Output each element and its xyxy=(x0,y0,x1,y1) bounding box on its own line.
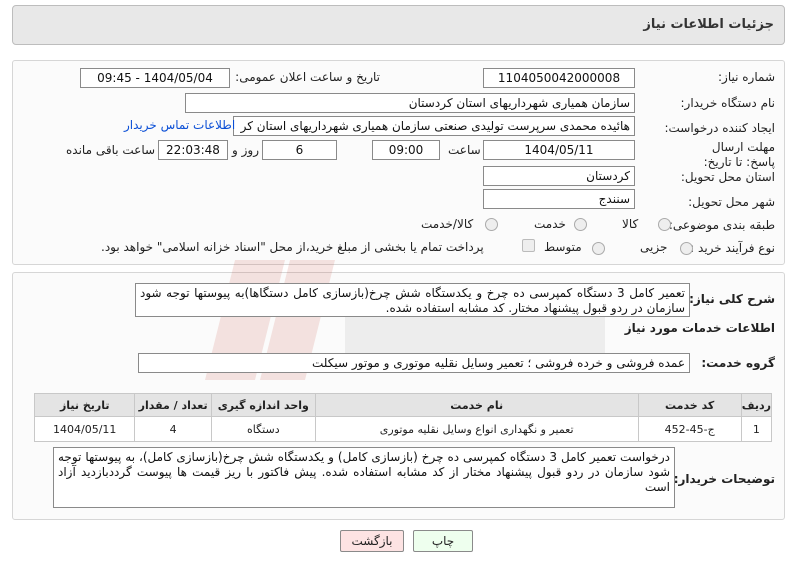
page-header: جزئیات اطلاعات نیاز xyxy=(12,5,785,45)
city-field[interactable]: سنندج xyxy=(483,189,635,209)
col-header-name: نام خدمت xyxy=(314,393,639,417)
need-number-field[interactable]: 1104050042000008 xyxy=(483,68,635,88)
days-field[interactable]: 6 xyxy=(262,140,337,160)
cell-qty: 4 xyxy=(134,416,212,442)
page-title: جزئیات اطلاعات نیاز xyxy=(643,17,774,32)
process-label: نوع فرآیند خرید : xyxy=(690,241,775,255)
cell-row: 1 xyxy=(740,416,773,442)
announce-field[interactable]: 1404/05/04 - 09:45 xyxy=(80,68,230,88)
province-field[interactable]: کردستان xyxy=(483,166,635,186)
col-header-qty: تعداد / مقدار xyxy=(134,393,212,417)
col-header-unit: واحد اندازه گیری xyxy=(210,393,316,417)
announce-label: تاریخ و ساعت اعلان عمومی: xyxy=(235,70,380,84)
cell-code: ج-45-452 xyxy=(637,416,742,442)
cell-unit: دستگاه xyxy=(210,416,316,442)
deadline-time-field[interactable]: 09:00 xyxy=(372,140,440,160)
deadline-date-field[interactable]: 1404/05/11 xyxy=(483,140,635,160)
services-section-title: اطلاعات خدمات مورد نیاز xyxy=(624,321,775,335)
description-label: شرح کلی نیاز: xyxy=(689,292,775,306)
requester-label: ایجاد کننده درخواست: xyxy=(664,121,775,135)
category-option-goods-service: کالا/خدمت xyxy=(421,217,474,231)
time-label: ساعت xyxy=(448,143,481,157)
need-info-panel xyxy=(12,60,785,265)
service-group-label: گروه خدمت: xyxy=(701,356,775,370)
cell-name: تعمیر و نگهداری انواع وسایل نقلیه موتوری xyxy=(314,416,639,442)
buyer-contact-link[interactable]: اطلاعات تماس خریدار xyxy=(124,118,235,132)
remaining-time-field[interactable]: 22:03:48 xyxy=(158,140,228,160)
days-label: روز و xyxy=(232,143,259,157)
category-option-goods: کالا xyxy=(622,217,639,231)
category-option-service: خدمت xyxy=(534,217,566,231)
service-group-field[interactable]: عمده فروشی و خرده فروشی ؛ تعمیر وسایل نق… xyxy=(138,353,690,373)
category-radio-goods-service[interactable] xyxy=(485,218,498,231)
category-radio-service[interactable] xyxy=(574,218,587,231)
description-text[interactable]: تعمیر کامل 3 دستگاه کمپرسی ده چرخ و یکدس… xyxy=(135,283,690,317)
buyer-field[interactable]: سازمان همیاری شهرداریهای استان کردستان xyxy=(185,93,635,113)
col-header-code: کد خدمت xyxy=(637,393,742,417)
process-option-minor: جزیی xyxy=(640,240,668,254)
need-number-label: شماره نیاز: xyxy=(718,70,775,84)
process-radio-minor[interactable] xyxy=(680,242,693,255)
table-header-row: ردیف کد خدمت نام خدمت واحد اندازه گیری ت… xyxy=(33,393,773,417)
deadline-label: مهلت ارسال پاسخ: تا تاریخ: xyxy=(703,140,775,169)
table-row[interactable]: 1 ج-45-452 تعمیر و نگهداری انواع وسایل ن… xyxy=(33,416,773,442)
watermark-logo xyxy=(205,260,605,380)
col-header-row: ردیف xyxy=(740,393,773,417)
services-table: ردیف کد خدمت نام خدمت واحد اندازه گیری ت… xyxy=(33,393,773,442)
buyer-notes-label: توضیحات خریدار: xyxy=(673,472,775,486)
requester-field[interactable]: هائیده محمدی سرپرست تولیدی صنعتی سازمان … xyxy=(233,116,635,136)
city-label: شهر محل تحویل: xyxy=(688,195,775,209)
buyer-notes-text[interactable]: درخواست تعمیر کامل 3 دستگاه کمپرسی ده چر… xyxy=(53,447,675,508)
buyer-label: نام دستگاه خریدار: xyxy=(680,96,776,110)
category-label: طبقه بندی موضوعی: xyxy=(668,218,775,232)
cell-date: 1404/05/11 xyxy=(33,416,136,442)
remaining-label: ساعت باقی مانده xyxy=(66,143,156,157)
category-radio-goods[interactable] xyxy=(658,218,671,231)
col-header-date: تاریخ نیاز xyxy=(33,393,136,417)
province-label: استان محل تحویل: xyxy=(680,170,775,184)
print-button[interactable]: چاپ xyxy=(413,530,473,552)
back-button[interactable]: بازگشت xyxy=(340,530,404,552)
